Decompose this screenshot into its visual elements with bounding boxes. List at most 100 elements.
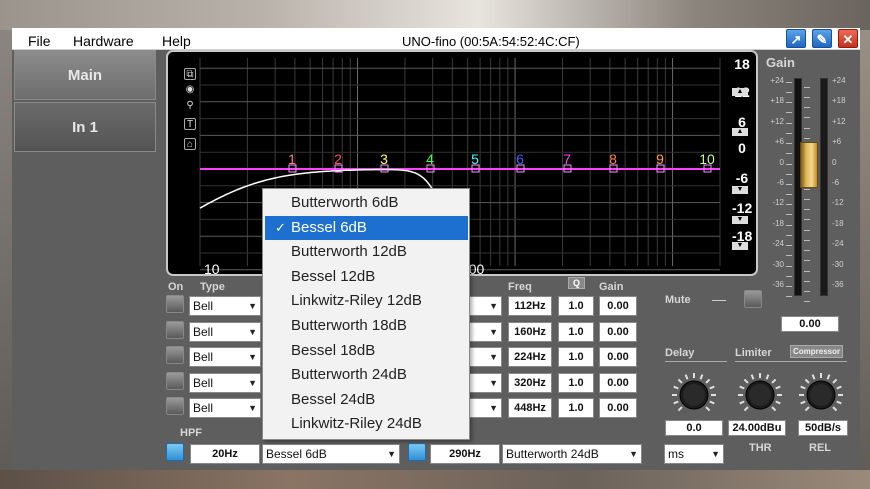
gain-scale-label: 0 xyxy=(832,157,837,167)
gain-scale-label: -30 xyxy=(772,259,784,269)
close-icon[interactable]: ✕ xyxy=(838,29,858,48)
gain-scale-tick xyxy=(786,102,792,104)
rel-label: REL xyxy=(809,442,831,454)
gain-scale-tick xyxy=(786,173,792,175)
band-type-select[interactable]: Bell xyxy=(189,347,261,367)
zoom-fit-icon[interactable]: ⧉ xyxy=(184,68,196,80)
dropdown-option[interactable]: Linkwitz-Riley 12dB xyxy=(265,289,468,313)
text-icon[interactable]: T xyxy=(184,118,196,130)
graph-gain-tick-label: -12 xyxy=(732,200,753,216)
band-gain-field[interactable]: 0.00 xyxy=(599,372,637,393)
band-type-select[interactable]: Bell xyxy=(189,398,261,418)
band-gain-field[interactable]: 0.00 xyxy=(599,398,637,418)
delay-knob[interactable] xyxy=(670,371,718,419)
dropdown-option[interactable]: Butterworth 18dB xyxy=(265,314,468,338)
band-type-select[interactable]: Bell xyxy=(189,372,261,393)
gain-scale-tick xyxy=(786,255,792,257)
band-q-field[interactable]: 1.0 xyxy=(558,321,594,342)
gain-value[interactable]: 0.00 xyxy=(781,316,839,332)
band-gain-field[interactable]: 0.00 xyxy=(599,347,637,367)
filter-type-dropdown[interactable]: Butterworth 6dB ✓ Bessel 6dB Butterworth 12… xyxy=(262,188,470,440)
rel-knob[interactable] xyxy=(797,371,845,419)
gain-scale-tick xyxy=(786,194,792,195)
dropdown-option-label: Bessel 24dB xyxy=(291,390,376,408)
menu-help[interactable]: Help xyxy=(162,33,191,49)
band-type-select[interactable]: Bell xyxy=(189,321,261,342)
gain-scale-label: +6 xyxy=(774,137,784,147)
dropdown-option[interactable]: ✓ Bessel 6dB xyxy=(265,215,468,240)
popout-icon[interactable]: ↗ xyxy=(786,29,806,48)
menu-hardware[interactable]: Hardware xyxy=(73,33,134,49)
band-q-field[interactable]: 1.0 xyxy=(558,372,594,393)
gain-scale-label: -24 xyxy=(772,239,784,249)
band-enable-toggle[interactable] xyxy=(166,295,184,313)
band-enable-toggle[interactable] xyxy=(166,371,184,390)
gain-scale-tick xyxy=(786,265,792,267)
thr-knob[interactable] xyxy=(736,371,784,419)
band-freq-field[interactable]: 160Hz xyxy=(508,321,552,342)
graph-gain-tick-label: 0 xyxy=(738,140,746,156)
gain-scale-label: -18 xyxy=(832,218,844,228)
band-gain-field[interactable]: 0.00 xyxy=(599,321,637,342)
magnifier-icon[interactable]: ⚲ xyxy=(184,100,196,112)
edit-icon[interactable]: ✎ xyxy=(812,29,832,48)
band-gain-field[interactable]: 0.00 xyxy=(599,296,637,316)
gain-scale-tick xyxy=(786,153,792,155)
gain-scale-tick xyxy=(804,301,810,302)
delay-unit-select[interactable]: ms xyxy=(664,444,724,464)
dropdown-option[interactable]: Linkwitz-Riley 24dB xyxy=(265,412,468,436)
band-enable-toggle[interactable] xyxy=(166,320,184,339)
band-enable-toggle[interactable] xyxy=(166,346,184,364)
dropdown-option[interactable]: Bessel 12dB xyxy=(265,265,468,289)
mute-button[interactable] xyxy=(744,290,762,308)
col-gain-label: Gain xyxy=(599,281,624,293)
band-freq-field[interactable]: 112Hz xyxy=(508,296,552,316)
band-freq-field[interactable]: 320Hz xyxy=(508,372,552,393)
delay-value[interactable]: 0.0 xyxy=(665,420,723,436)
scale-arrow-icon[interactable]: ▼ xyxy=(732,242,748,250)
dropdown-option[interactable]: Butterworth 12dB xyxy=(265,240,468,264)
camera-icon[interactable]: ◉ xyxy=(184,84,196,96)
band-type-select[interactable]: Bell xyxy=(189,296,261,316)
check-icon: ✓ xyxy=(275,219,286,235)
thr-value[interactable]: 24.00dBu xyxy=(728,420,786,436)
gain-scale-label: +24 xyxy=(832,76,846,85)
scale-arrow-icon[interactable]: ▼ xyxy=(732,186,748,194)
scale-arrow-icon[interactable]: ▲ xyxy=(732,88,748,96)
gain-scale-tick xyxy=(786,204,792,206)
band-freq-field[interactable]: 224Hz xyxy=(508,347,552,367)
gain-scale-tick xyxy=(786,245,792,247)
menu-file[interactable]: File xyxy=(28,33,51,49)
dropdown-option-label: Butterworth 6dB xyxy=(291,194,399,211)
band-enable-toggle[interactable] xyxy=(166,397,184,415)
lpf-freq-field[interactable]: 290Hz xyxy=(430,444,500,464)
tab-in-1[interactable]: In 1 xyxy=(14,102,156,152)
dropdown-option[interactable]: Bessel 18dB xyxy=(265,339,468,363)
rel-value[interactable]: 50dB/s xyxy=(798,420,848,436)
gain-scale-tick xyxy=(804,97,810,98)
hpf-freq-field[interactable]: 20Hz xyxy=(190,444,260,464)
scale-arrow-icon[interactable]: ▼ xyxy=(732,216,748,224)
dropdown-option-label: Butterworth 24dB xyxy=(291,366,407,384)
col-freq-label: Freq xyxy=(508,281,532,293)
hpf-enable-toggle[interactable] xyxy=(166,443,184,461)
folder-icon[interactable]: ⌂ xyxy=(184,138,196,150)
compressor-button[interactable]: Compressor xyxy=(790,345,844,358)
hpf-filter-select[interactable]: Bessel 6dB xyxy=(262,444,400,464)
gain-scale-tick xyxy=(786,122,792,124)
dropdown-option[interactable]: Bessel 24dB xyxy=(265,388,468,412)
limiter-divider xyxy=(735,361,847,362)
lpf-enable-toggle[interactable] xyxy=(408,443,426,461)
gain-scale-tick xyxy=(804,189,810,190)
lpf-filter-select[interactable]: Butterworth 24dB xyxy=(502,444,642,464)
band-q-field[interactable]: 1.0 xyxy=(558,398,594,418)
gain-scale-label: -36 xyxy=(832,280,844,289)
band-freq-field[interactable]: 448Hz xyxy=(508,398,552,418)
scale-arrow-icon[interactable]: ▲ xyxy=(732,128,748,136)
band-q-field[interactable]: 1.0 xyxy=(558,347,594,367)
dropdown-option[interactable]: Butterworth 6dB xyxy=(265,191,468,215)
gain-fader-handle[interactable] xyxy=(800,142,818,188)
tab-main[interactable]: Main xyxy=(14,50,156,100)
band-q-field[interactable]: 1.0 xyxy=(558,296,594,316)
dropdown-option[interactable]: Butterworth 24dB xyxy=(265,363,468,387)
